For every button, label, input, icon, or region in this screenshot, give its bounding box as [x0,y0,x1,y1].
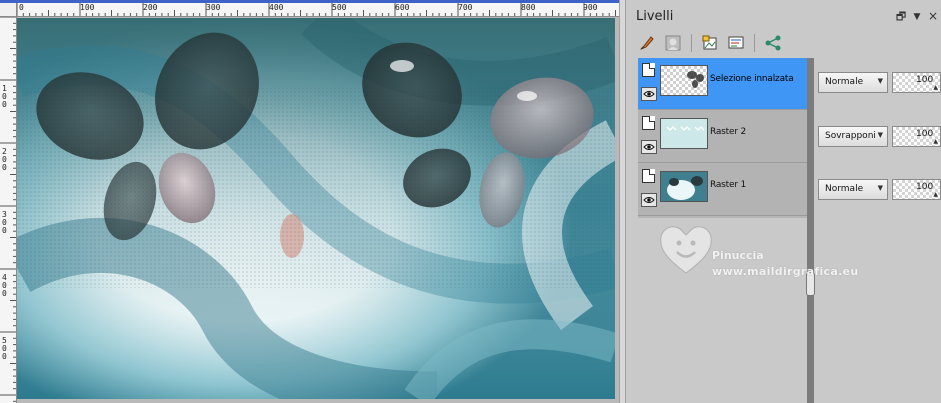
close-icon[interactable]: × [927,10,939,22]
layer-list: Selezione innalzata Raster 2 Raster 1 [638,58,807,218]
dropdown-caret-icon: ▼ [877,184,883,192]
watermark-name: Pinuccia [712,249,764,262]
layer-row[interactable]: Raster 1 [638,164,807,216]
layer-row[interactable]: Selezione innalzata [638,58,807,110]
panel-title: Livelli [636,9,674,24]
new-raster-layer-icon[interactable] [699,32,721,54]
panel-menu-icon[interactable]: ▼ [911,11,923,23]
share-icon[interactable] [762,32,784,54]
opacity-field[interactable]: 100 ▲ [892,179,941,200]
dropdown-caret-icon: ▼ [877,77,883,85]
spinner-icon[interactable]: ▲ [933,84,938,91]
layers-panel: Livelli 🗗 ▼ × Selezione innalzata Raster… [626,0,941,403]
dock-icon[interactable]: 🗗 [895,11,907,23]
watermark: Pinuccia www.maildirgrafica.eu [657,221,897,281]
opacity-value: 100 [916,129,934,139]
opacity-value: 100 [916,182,934,192]
vertical-ruler-ticks [0,17,16,402]
dropdown-caret-icon: ▼ [877,131,883,139]
image-canvas[interactable] [17,18,615,399]
canvas-artwork [17,18,615,399]
spinner-icon[interactable]: ▲ [933,191,938,198]
paint-brush-icon[interactable] [636,32,658,54]
panel-title-bar: Livelli 🗗 ▼ × [626,6,941,28]
vertical-ruler: 1 0 0 2 0 0 3 0 0 4 0 0 5 0 0 [0,17,17,403]
mask-icon[interactable] [662,32,684,54]
blend-mode-select[interactable]: Normale ▼ [818,72,888,93]
eye-icon[interactable] [641,140,657,154]
opacity-field[interactable]: 100 ▲ [892,72,941,93]
horizontal-ruler-ticks [17,3,616,16]
ruler-corner [0,3,17,17]
layer-thumbnail[interactable] [660,65,708,96]
heart-logo-icon [660,226,712,274]
layer-group-icon[interactable] [642,63,655,77]
opacity-field[interactable]: 100 ▲ [892,126,941,147]
layer-name[interactable]: Raster 1 [710,180,746,190]
blend-mode-select[interactable]: Normale ▼ [818,179,888,200]
canvas-area: 0 100 200 300 400 500 600 700 800 900 1 … [0,0,619,403]
properties-icon[interactable] [725,32,747,54]
watermark-site: www.maildirgrafica.eu [712,265,859,278]
layer-group-icon[interactable] [642,116,655,130]
layer-name[interactable]: Selezione innalzata [710,74,794,84]
toolbar-separator [691,34,692,52]
blend-mode-value: Normale [825,77,864,87]
horizontal-ruler: 0 100 200 300 400 500 600 700 800 900 [17,3,619,17]
layers-toolbar [636,31,784,55]
layer-name[interactable]: Raster 2 [710,127,746,137]
opacity-value: 100 [916,75,934,85]
panel-splitter[interactable] [619,0,626,403]
spinner-icon[interactable]: ▲ [933,138,938,145]
blend-mode-value: Normale [825,184,864,194]
toolbar-separator [754,34,755,52]
blend-mode-value: Sovrapponi [825,131,876,141]
layer-thumbnail[interactable] [660,171,708,202]
blend-mode-select[interactable]: Sovrapponi ▼ [818,126,888,147]
layer-thumbnail[interactable] [660,118,708,149]
layer-row[interactable]: Raster 2 [638,111,807,163]
layer-group-icon[interactable] [642,169,655,183]
eye-icon[interactable] [641,87,657,101]
eye-icon[interactable] [641,193,657,207]
